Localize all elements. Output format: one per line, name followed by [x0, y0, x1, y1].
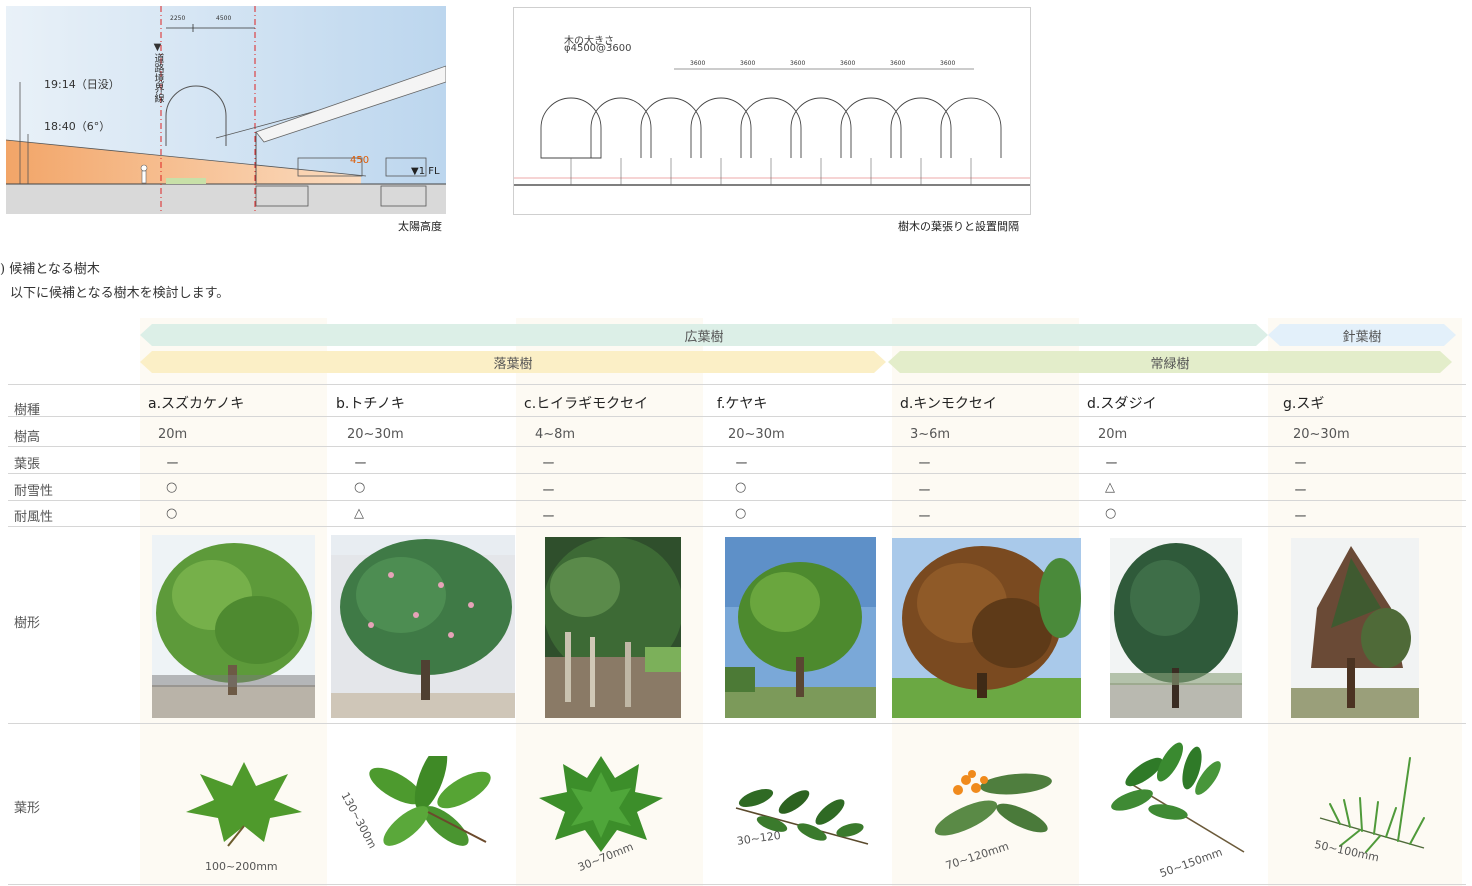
tree-photo-d1	[892, 538, 1081, 718]
wind-resistance: ○	[1105, 506, 1117, 521]
tree-photo-g	[1291, 538, 1419, 718]
leaf-size: 100~200mm	[205, 860, 278, 873]
row-divider	[8, 884, 1466, 885]
species-name: d.キンモクセイ	[900, 396, 997, 412]
wind-resistance: ー	[542, 510, 556, 525]
floor-level-label: ▼1 FL	[411, 166, 440, 177]
snow-resistance: ○	[735, 480, 747, 495]
tree-spread: ー	[1294, 457, 1308, 472]
species-name: c.ヒイラギモクセイ	[524, 396, 649, 412]
spacing-dim: 3600	[690, 60, 706, 67]
tree-height: 20m	[1098, 427, 1128, 442]
leaf-image-d2	[1108, 742, 1248, 854]
tree-height: 3~6m	[910, 427, 951, 442]
leaf-image-b	[356, 745, 496, 852]
section-intro: 以下に候補となる樹木を検討します。	[10, 286, 230, 301]
tree-height: 20~30m	[347, 427, 404, 442]
snow-resistance: ー	[918, 484, 932, 499]
tree-photo-d2	[1110, 538, 1242, 718]
row-divider	[8, 416, 1466, 417]
species-name: g.スギ	[1283, 396, 1325, 412]
sunset-time-label: 19:14（日没）	[44, 78, 120, 91]
row-label-height: 樹高	[14, 430, 41, 445]
tree-photo-c	[545, 537, 681, 718]
species-name: f.ケヤキ	[717, 396, 768, 412]
row-divider	[8, 500, 1466, 501]
tree-size-value: φ4500@3600	[564, 43, 632, 54]
tree-spread: ー	[735, 457, 749, 472]
row-label-spread: 葉張	[14, 457, 41, 472]
row-label-shape: 樹形	[14, 616, 41, 631]
tree-spacing-caption: 樹木の葉張りと設置間隔	[898, 220, 1019, 233]
snow-resistance: △	[1105, 480, 1115, 495]
category-evergreen: 常緑樹	[888, 351, 1452, 373]
tree-height: 20m	[158, 427, 188, 442]
row-label-snow: 耐雪性	[14, 484, 54, 499]
tree-spacing-diagram: 木の大きさ φ4500@3600 3600 3600 3600 3600 360…	[513, 7, 1031, 215]
category-deciduous: 落葉樹	[140, 351, 886, 373]
species-name: b.トチノキ	[336, 396, 405, 412]
wind-resistance: ○	[166, 506, 178, 521]
dim-2250: 2250	[170, 15, 186, 22]
snow-resistance: ー	[542, 484, 556, 499]
tree-spread: ー	[354, 457, 368, 472]
row-divider	[8, 384, 1466, 385]
tree-height: 20~30m	[728, 427, 785, 442]
leaf-image-a	[178, 756, 310, 848]
spacing-dim: 3600	[840, 60, 856, 67]
tree-spread: ー	[918, 457, 932, 472]
tree-spread: ー	[166, 457, 180, 472]
wind-resistance: △	[354, 506, 364, 521]
height-450-label: 450	[350, 155, 370, 166]
category-conifer: 針葉樹	[1268, 324, 1456, 346]
spacing-dim: 3600	[890, 60, 906, 67]
sun-altitude-drawing	[5, 6, 447, 214]
tree-photo-b	[331, 535, 515, 718]
species-name: d.スダジイ	[1087, 396, 1157, 412]
sun-altitude-diagram: 2250 4500 ▼道路境界線 19:14（日没） 18:40（6°） 450…	[5, 6, 447, 214]
sun-altitude-caption: 太陽高度	[398, 220, 442, 233]
row-divider	[8, 473, 1466, 474]
leaf-image-d1	[926, 762, 1054, 842]
row-label-leaf: 葉形	[14, 801, 41, 816]
tree-height: 4~8m	[535, 427, 576, 442]
row-label-species: 樹種	[14, 403, 41, 418]
tree-spread: ー	[542, 457, 556, 472]
row-divider	[8, 526, 1466, 527]
road-boundary-label: ▼道路境界線	[152, 42, 163, 103]
row-divider	[8, 723, 1466, 724]
spacing-dim: 3600	[940, 60, 956, 67]
snow-resistance: ○	[354, 480, 366, 495]
sun-angle-label: 18:40（6°）	[44, 120, 111, 133]
wind-resistance: ー	[918, 510, 932, 525]
row-label-wind: 耐風性	[14, 510, 54, 525]
species-name: a.スズカケノキ	[148, 396, 245, 412]
snow-resistance: ー	[1294, 484, 1308, 499]
spacing-dim: 3600	[790, 60, 806, 67]
section-heading: ) 候補となる樹木	[0, 262, 100, 277]
row-divider	[8, 446, 1466, 447]
tree-photo-f	[725, 537, 876, 718]
leaf-image-c	[535, 752, 667, 854]
tree-photo-a	[152, 535, 315, 718]
spacing-dim: 3600	[740, 60, 756, 67]
category-broadleaf: 広葉樹	[140, 324, 1268, 346]
wind-resistance: ○	[735, 506, 747, 521]
tree-spread: ー	[1105, 457, 1119, 472]
snow-resistance: ○	[166, 480, 178, 495]
tree-height: 20~30m	[1293, 427, 1350, 442]
dim-4500: 4500	[216, 15, 232, 22]
wind-resistance: ー	[1294, 510, 1308, 525]
